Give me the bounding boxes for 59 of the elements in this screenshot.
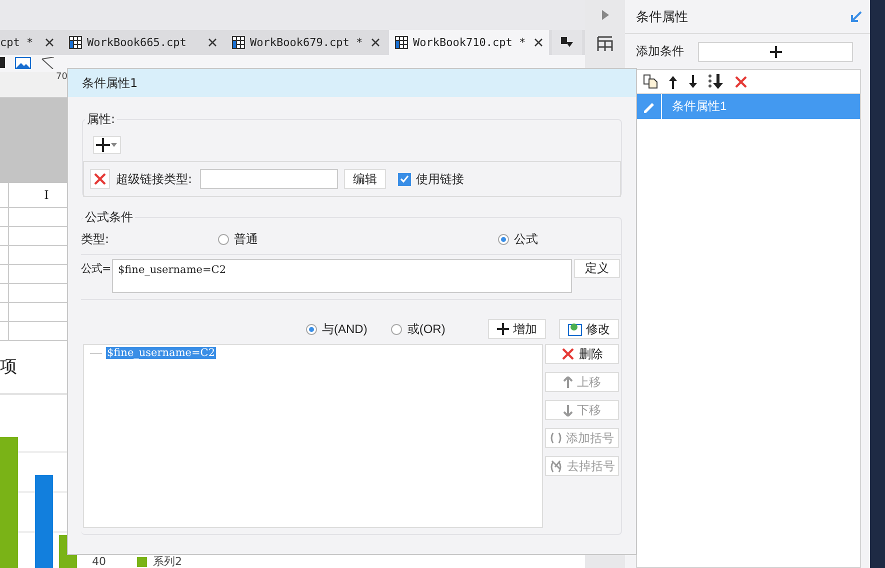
delete-icon — [93, 172, 107, 186]
tab-menu-button[interactable] — [552, 30, 582, 55]
collapse-arrow-icon[interactable] — [850, 10, 862, 22]
legend-swatch — [137, 557, 147, 567]
side-button[interactable]: 删除 — [545, 344, 619, 364]
delete-icon — [734, 74, 748, 88]
section-title: 公式条件 — [83, 209, 135, 226]
legend-label: 系列2 — [153, 556, 182, 568]
plus-icon — [770, 46, 782, 58]
plus-icon — [96, 138, 110, 152]
plus-icon — [497, 323, 509, 335]
file-tab[interactable]: WorkBook710.cpt * — [389, 30, 549, 55]
move-bottom-icon[interactable] — [708, 74, 724, 89]
logic-radio[interactable]: 或(OR) — [391, 320, 446, 338]
parentheses-icon — [550, 432, 562, 444]
hyperlink-type-field[interactable] — [200, 169, 338, 189]
formula-field[interactable]: $fine_username=C2 — [112, 259, 572, 293]
remove-parentheses-icon — [549, 460, 563, 472]
formula-label: 公式= — [81, 261, 112, 277]
image-icon[interactable] — [15, 57, 31, 69]
chart-title: 项 — [0, 357, 17, 377]
edit-button[interactable]: 编辑 — [344, 169, 386, 189]
arrow-up-icon[interactable] — [668, 74, 678, 88]
table-icon — [69, 36, 82, 49]
arrow-down-icon[interactable] — [688, 74, 698, 88]
remove-button[interactable] — [90, 169, 110, 189]
checkbox-label: 使用链接 — [416, 170, 464, 188]
grid-icon[interactable] — [597, 36, 613, 52]
close-icon[interactable] — [208, 38, 217, 47]
arrow-down-icon — [563, 404, 573, 416]
modify-button[interactable]: 修改 — [559, 319, 619, 339]
caret-icon — [111, 143, 117, 147]
column-header: I — [43, 187, 50, 204]
dropdown-icon — [561, 37, 573, 48]
axis-label: 40 — [92, 556, 106, 568]
table-icon — [232, 36, 245, 49]
arrow-up-icon — [563, 376, 573, 388]
line-icon[interactable] — [41, 57, 55, 69]
close-icon[interactable] — [45, 38, 54, 47]
close-icon[interactable] — [534, 38, 543, 47]
ruler-mark: 70 — [55, 72, 68, 82]
hyperlink-type-label: 超级链接类型: — [116, 170, 192, 188]
type-label: 类型: — [81, 230, 110, 248]
section-title: 属性: — [85, 111, 118, 128]
copy-icon[interactable] — [643, 74, 658, 89]
expand-arrow-icon[interactable] — [602, 10, 608, 20]
add-button[interactable]: 增加 — [488, 319, 546, 339]
panel-title: 条件属性 — [636, 8, 688, 26]
define-button[interactable]: 定义 — [574, 259, 620, 278]
logic-radio[interactable]: 与(AND) — [306, 320, 368, 338]
delete-icon — [561, 347, 575, 361]
add-dropdown-button[interactable] — [93, 136, 121, 154]
add-condition-label: 添加条件 — [636, 43, 684, 60]
checkbox[interactable] — [398, 172, 412, 186]
type-radio[interactable]: 普通 — [218, 230, 258, 248]
table-icon — [395, 36, 408, 49]
type-radio[interactable]: 公式 — [498, 230, 538, 248]
dialog-title: 条件属性1 — [82, 74, 138, 92]
close-icon[interactable] — [371, 38, 380, 47]
